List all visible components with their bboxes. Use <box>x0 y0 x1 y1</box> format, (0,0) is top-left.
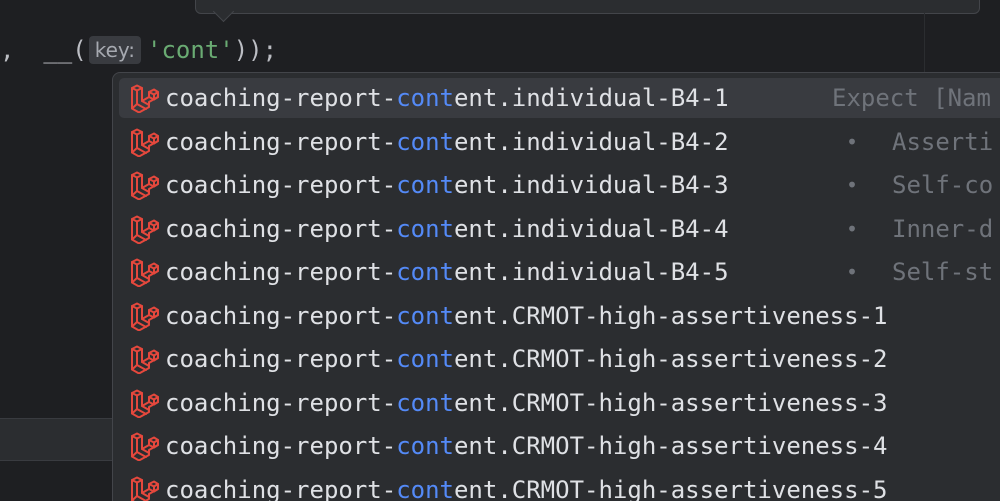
laravel-icon <box>131 258 159 287</box>
label-suffix: ent.individual-B4-3 <box>453 171 729 199</box>
completion-item-label: coaching-report-content.CRMOT-high-asser… <box>165 389 887 417</box>
label-suffix: ent.individual-B4-1 <box>453 84 729 112</box>
laravel-icon <box>131 215 159 244</box>
laravel-icon <box>131 171 159 200</box>
completion-item-label: coaching-report-content.CRMOT-high-asser… <box>165 432 887 460</box>
label-suffix: ent.CRMOT-high-assertiveness-5 <box>453 475 888 501</box>
completion-item-label: coaching-report-content.CRMOT-high-asser… <box>165 345 887 373</box>
completion-item[interactable]: coaching-report-content.individual-B4-2 … <box>119 122 1000 162</box>
hint-bullet: • <box>846 173 859 197</box>
label-suffix: ent.CRMOT-high-assertiveness-3 <box>453 388 888 417</box>
completion-item[interactable]: coaching-report-content.individual-B4-1 … <box>119 78 1000 118</box>
completion-item[interactable]: coaching-report-content.individual-B4-5 … <box>119 252 1000 292</box>
label-suffix: ent.CRMOT-high-assertiveness-2 <box>453 345 888 373</box>
laravel-icon <box>131 345 159 374</box>
completion-item[interactable]: coaching-report-content.CRMOT-high-asser… <box>119 383 1000 423</box>
completion-item-hint: Expect [Nam <box>832 84 991 112</box>
label-match: cont <box>396 171 454 199</box>
label-match: cont <box>396 214 454 243</box>
label-prefix: coaching-report- <box>165 475 397 501</box>
completion-item-hint: Inner-d <box>892 214 994 243</box>
label-suffix: ent.individual-B4-5 <box>453 258 729 286</box>
hint-bullet: • <box>846 216 859 241</box>
completion-item[interactable]: coaching-report-content.CRMOT-high-asser… <box>119 426 1000 466</box>
label-prefix: coaching-report- <box>165 171 397 199</box>
label-suffix: ent.individual-B4-2 <box>453 127 729 156</box>
completion-item-hint: Self-st <box>892 258 994 286</box>
laravel-icon <box>131 128 159 157</box>
label-match: cont <box>396 127 454 156</box>
label-prefix: coaching-report- <box>165 301 397 330</box>
completion-item-label: coaching-report-content.CRMOT-high-asser… <box>165 476 887 501</box>
label-prefix: coaching-report- <box>165 345 397 373</box>
parameter-info-tooltip <box>195 0 980 14</box>
completion-item[interactable]: coaching-report-content.CRMOT-high-asser… <box>119 339 1000 379</box>
label-suffix: ent.CRMOT-high-assertiveness-1 <box>453 301 888 330</box>
completion-item[interactable]: coaching-report-content.CRMOT-high-asser… <box>119 296 1000 336</box>
code-line[interactable]: , __(key:'cont')); <box>0 30 277 70</box>
completion-item-label: coaching-report-content.individual-B4-4 <box>165 215 729 243</box>
completion-item-label: coaching-report-content.individual-B4-3 <box>165 171 729 199</box>
string-argument: 'cont' <box>147 36 234 64</box>
hint-bullet: • <box>846 129 859 154</box>
label-match: cont <box>396 258 454 286</box>
completion-item-label: coaching-report-content.individual-B4-2 <box>165 128 729 156</box>
label-match: cont <box>396 388 454 417</box>
laravel-icon <box>131 476 159 501</box>
laravel-icon <box>131 432 159 461</box>
hint-bullet: • <box>846 260 859 284</box>
label-prefix: coaching-report- <box>165 127 397 156</box>
completion-item-label: coaching-report-content.individual-B4-5 <box>165 258 729 286</box>
completion-item[interactable]: coaching-report-content.individual-B4-4 … <box>119 209 1000 249</box>
laravel-icon <box>131 389 159 418</box>
parameter-name-hint: key: <box>88 36 141 64</box>
laravel-icon <box>131 302 159 331</box>
label-prefix: coaching-report- <box>165 84 397 112</box>
completion-item-label: coaching-report-content.CRMOT-high-asser… <box>165 302 887 330</box>
label-suffix: ent.CRMOT-high-assertiveness-4 <box>453 432 888 460</box>
completion-item-hint: Asserti <box>892 127 994 156</box>
code-editor[interactable]: , __(key:'cont')); coaching-report-conte… <box>0 0 1000 501</box>
label-match: cont <box>396 345 454 373</box>
label-match: cont <box>396 475 454 501</box>
completion-item[interactable]: coaching-report-content.CRMOT-high-asser… <box>119 470 1000 501</box>
completion-popup[interactable]: coaching-report-content.individual-B4-1 … <box>112 72 1000 501</box>
label-prefix: coaching-report- <box>165 258 397 286</box>
code-prefix: , __( <box>0 36 87 64</box>
label-prefix: coaching-report- <box>165 432 397 460</box>
label-prefix: coaching-report- <box>165 214 397 243</box>
completion-item-hint: Self-co <box>892 171 994 199</box>
code-suffix: )); <box>233 36 278 64</box>
completion-item-label: coaching-report-content.individual-B4-1 <box>165 84 729 112</box>
label-suffix: ent.individual-B4-4 <box>453 214 729 243</box>
label-match: cont <box>396 84 454 112</box>
completion-item[interactable]: coaching-report-content.individual-B4-3 … <box>119 165 1000 205</box>
label-match: cont <box>396 432 454 460</box>
laravel-icon <box>131 84 159 113</box>
label-prefix: coaching-report- <box>165 388 397 417</box>
label-match: cont <box>396 301 454 330</box>
bottom-panel-strip <box>0 460 112 501</box>
